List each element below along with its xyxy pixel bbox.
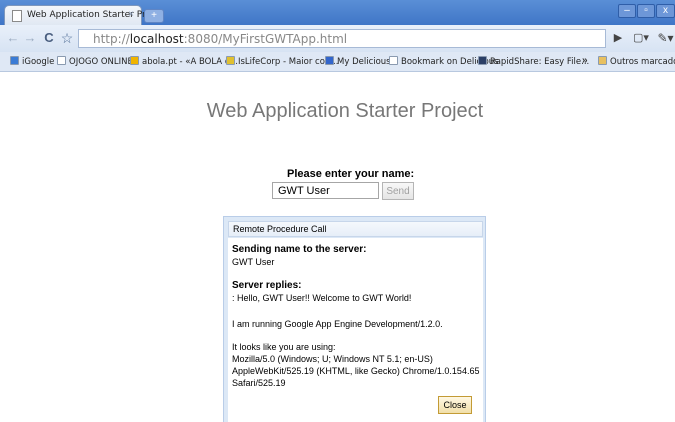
bookmark-label: My Delicious	[337, 57, 391, 67]
new-tab-button[interactable]: +	[144, 9, 164, 23]
bookmark-item[interactable]: abola.pt - «A BOLA o...	[130, 55, 238, 69]
page-icon	[389, 56, 398, 65]
bookmark-label: iGoogle	[22, 57, 55, 67]
bookmark-item[interactable]: OJOGO ONLINE	[57, 55, 133, 69]
more-bookmarks-chevron-icon[interactable]: »	[582, 55, 588, 66]
bookmark-label: RapidShare: Easy File...	[490, 57, 590, 67]
delicious-icon	[325, 56, 334, 65]
bookmark-label: Outros marcadores	[610, 57, 675, 67]
back-arrow-icon[interactable]: ←	[6, 30, 20, 46]
tab-title: Web Application Starter Pr...	[27, 10, 154, 20]
sending-heading: Sending name to the server:	[232, 244, 367, 255]
page-title: Web Application Starter Project	[206, 100, 484, 122]
replies-heading: Server replies:	[232, 280, 302, 291]
browser-tab[interactable]: Web Application Starter Pr... ×	[4, 5, 153, 26]
minimize-button[interactable]: –	[618, 4, 636, 18]
ua-line: AppleWebKit/525.19 (KHTML, like Gecko) C…	[232, 366, 480, 376]
islifecorp-icon	[226, 56, 235, 65]
address-bar[interactable]: http://localhost:8080/MyFirstGWTApp.html	[78, 29, 606, 48]
google-icon	[10, 56, 19, 65]
page-icon	[57, 56, 66, 65]
dialog-caption[interactable]: Remote Procedure Call	[228, 221, 483, 237]
reload-icon[interactable]: C	[42, 30, 56, 46]
send-button[interactable]: Send	[382, 182, 414, 200]
bookmark-star-icon[interactable]: ☆	[60, 30, 74, 46]
tab-close-icon[interactable]: ×	[128, 9, 134, 20]
bookmark-item[interactable]: iGoogle	[10, 55, 54, 69]
rpc-dialog: Remote Procedure Call Sending name to th…	[223, 216, 486, 422]
url-text: http://localhost:8080/MyFirstGWTApp.html	[93, 32, 348, 46]
ua-intro: It looks like you are using:	[232, 342, 336, 352]
other-bookmarks-folder[interactable]: Outros marcadores	[598, 55, 675, 69]
browser-toolbar: ← → C ☆ http://localhost:8080/MyFirstGWT…	[0, 25, 675, 52]
page-icon	[12, 10, 22, 22]
bookmark-label: IsLifeCorp - Maior con...	[238, 57, 339, 67]
folder-icon	[598, 56, 607, 65]
page-menu-icon[interactable]: ▢▾	[630, 30, 652, 46]
sending-value: GWT User	[232, 257, 275, 267]
forward-arrow-icon[interactable]: →	[23, 30, 37, 46]
bookmark-item[interactable]: My Delicious	[325, 55, 391, 69]
ua-line: Mozilla/5.0 (Windows; U; Windows NT 5.1;…	[232, 354, 433, 364]
close-window-button[interactable]: x	[656, 4, 675, 18]
abola-icon	[130, 56, 139, 65]
ua-line: Safari/525.19	[232, 378, 286, 388]
bookmark-label: OJOGO ONLINE	[69, 57, 133, 67]
title-bar: Web Application Starter Pr... × + – ▫ x	[0, 0, 675, 26]
name-input[interactable]	[272, 182, 379, 199]
bookmarks-bar: iGoogle OJOGO ONLINE abola.pt - «A BOLA …	[0, 52, 675, 72]
bookmark-item[interactable]: IsLifeCorp - Maior con...	[226, 55, 338, 69]
dialog-body: Sending name to the server: GWT User Ser…	[228, 238, 483, 422]
maximize-button[interactable]: ▫	[637, 4, 655, 18]
engine-line: I am running Google App Engine Developme…	[232, 319, 443, 329]
wrench-menu-icon[interactable]: ✎▾	[656, 30, 675, 46]
bookmark-label: abola.pt - «A BOLA o...	[142, 57, 238, 67]
reply-line: : Hello, GWT User!! Welcome to GWT World…	[232, 293, 412, 303]
rapidshare-icon	[478, 56, 487, 65]
go-icon[interactable]: ▶	[612, 30, 624, 46]
close-button[interactable]: Close	[438, 396, 472, 414]
page-content: Web Application Starter Project Please e…	[0, 72, 675, 422]
bookmark-item[interactable]: RapidShare: Easy File...	[478, 55, 589, 69]
name-label: Please enter your name:	[287, 168, 415, 180]
